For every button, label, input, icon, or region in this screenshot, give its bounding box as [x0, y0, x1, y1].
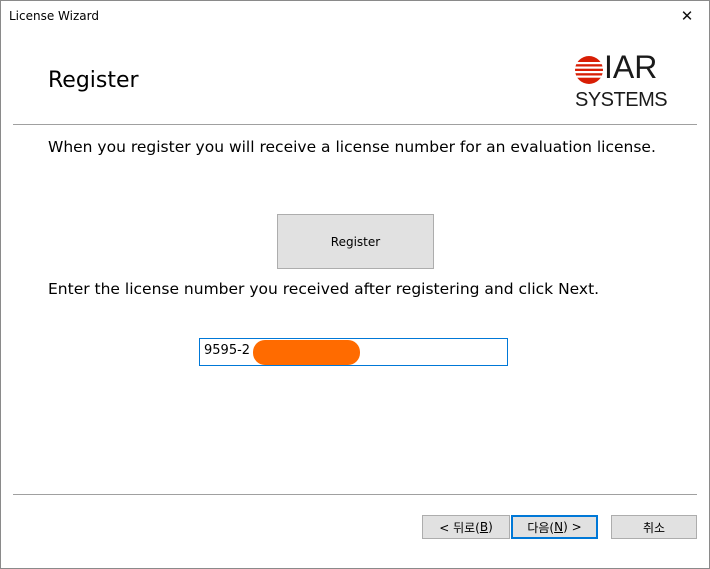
back-label-end: ): [488, 520, 493, 534]
back-label: < 뒤로(: [439, 520, 480, 535]
license-number-value: 9595-2: [204, 343, 251, 358]
title-bar: License Wizard ✕: [1, 1, 709, 31]
logo-subtitle-text: SYSTEMS: [575, 89, 668, 111]
back-button[interactable]: < 뒤로(B): [422, 515, 510, 539]
next-button[interactable]: 다음(N) >: [511, 515, 598, 539]
next-accelerator: N: [554, 520, 564, 534]
license-instructions: Enter the license number you received af…: [48, 280, 600, 298]
footer-separator: [13, 494, 697, 495]
close-button[interactable]: ✕: [665, 1, 709, 31]
register-button[interactable]: Register: [277, 214, 434, 269]
logo-brand-text: IAR: [604, 49, 658, 85]
page-title: Register: [48, 68, 139, 93]
iar-logo-icon: [575, 56, 603, 84]
license-wizard-window: License Wizard ✕ Register IAR SYSTEMS Wh…: [0, 0, 710, 569]
back-accelerator: B: [479, 520, 489, 534]
header-separator: [13, 124, 697, 125]
license-number-input[interactable]: 9595-2: [199, 338, 508, 366]
close-icon: ✕: [680, 7, 694, 25]
cancel-button[interactable]: 취소: [611, 515, 697, 539]
iar-systems-logo: IAR SYSTEMS: [574, 49, 674, 115]
next-label-end: ) >: [563, 520, 582, 534]
next-label: 다음(: [527, 520, 555, 535]
redaction-mark: [253, 340, 360, 365]
window-title: License Wizard: [9, 9, 99, 23]
register-instructions: When you register you will receive a lic…: [48, 138, 656, 156]
